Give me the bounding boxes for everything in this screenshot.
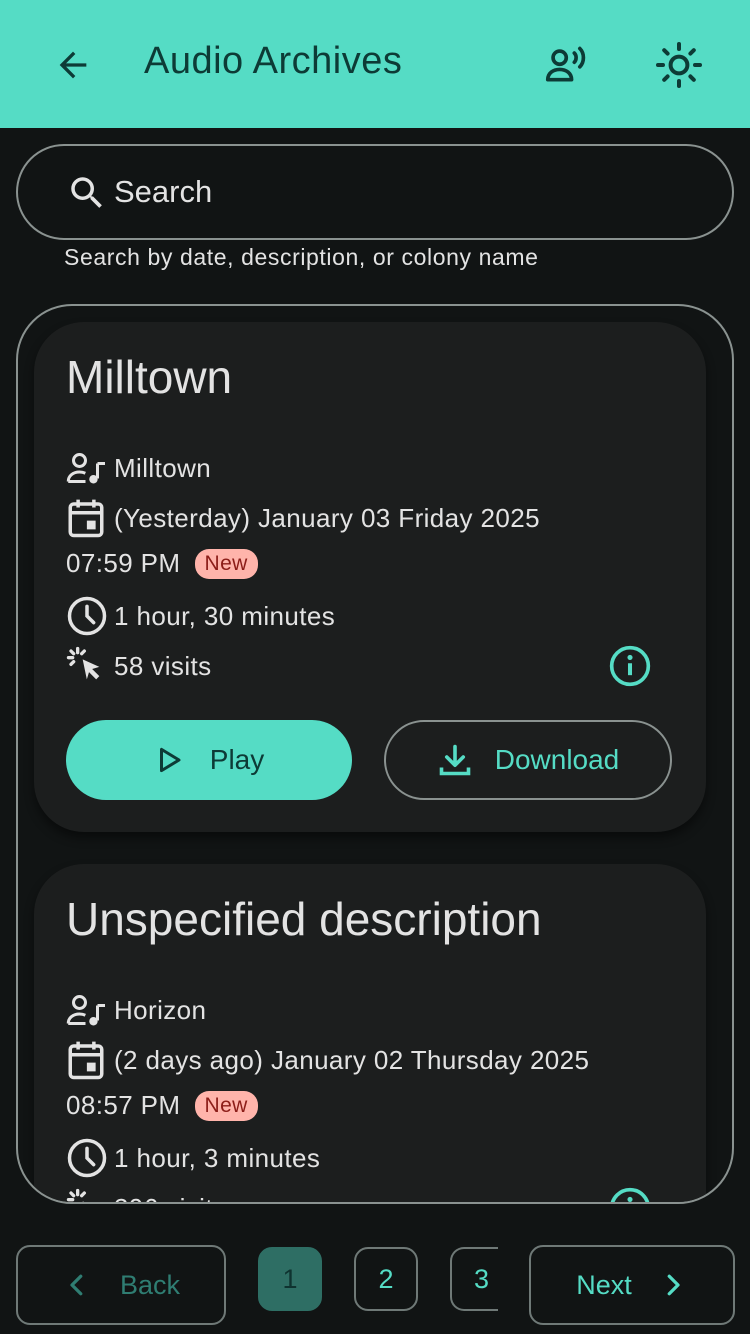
app-bar: Audio Archives bbox=[0, 0, 750, 128]
calendar-icon bbox=[68, 1041, 104, 1080]
download-label: Download bbox=[494, 744, 620, 775]
duration-row: 1 hour, 30 minutes bbox=[66, 594, 335, 638]
info-button[interactable] bbox=[608, 1186, 652, 1202]
search-input[interactable] bbox=[114, 166, 704, 218]
download-button[interactable]: Download bbox=[384, 720, 672, 800]
pagination: Back 1 2 3 Next bbox=[0, 1240, 750, 1334]
search-icon bbox=[71, 177, 102, 208]
info-button[interactable] bbox=[608, 644, 652, 688]
time-row: 08:57 PM New bbox=[66, 1090, 258, 1121]
recording-time: 07:59 PM bbox=[66, 548, 181, 578]
duration-text: 1 hour, 3 minutes bbox=[114, 1142, 321, 1173]
archive-card: Unspecified description Horizon (2 days … bbox=[34, 864, 706, 1203]
archive-list[interactable]: Milltown Milltown (Yesterday) January 03… bbox=[16, 304, 734, 1204]
recording-date: (2 days ago) January 02 Thursday 2025 bbox=[114, 1044, 590, 1075]
next-page-label: Next bbox=[576, 1269, 632, 1300]
listener-button[interactable] bbox=[538, 38, 596, 92]
archive-card: Milltown Milltown (Yesterday) January 03… bbox=[34, 322, 706, 832]
play-icon bbox=[159, 747, 181, 773]
info-icon bbox=[609, 645, 651, 687]
recording-date: (Yesterday) January 03 Friday 2025 bbox=[114, 502, 540, 533]
click-icon bbox=[66, 1188, 87, 1202]
clock-icon bbox=[67, 1138, 107, 1178]
new-badge: New bbox=[194, 548, 258, 579]
chevron-left-icon bbox=[70, 1274, 83, 1296]
page-button-1[interactable]: 1 bbox=[258, 1247, 322, 1311]
colony-row: Horizon bbox=[66, 988, 206, 1032]
click-icon bbox=[66, 646, 100, 680]
sun-icon bbox=[656, 42, 702, 88]
play-label: Play bbox=[209, 744, 265, 775]
visits-row: 396 visits bbox=[66, 1186, 226, 1203]
time-row: 07:59 PM New bbox=[66, 548, 258, 579]
duration-text: 1 hour, 30 minutes bbox=[114, 600, 336, 631]
back-arrow-button[interactable] bbox=[46, 38, 100, 92]
play-button[interactable]: Play bbox=[66, 720, 352, 800]
recording-time: 08:57 PM bbox=[66, 1090, 181, 1120]
card-title: Milltown bbox=[66, 351, 233, 403]
next-page-button[interactable]: Next bbox=[529, 1245, 735, 1325]
card-title: Unspecified description bbox=[66, 893, 542, 945]
arrow-left-icon bbox=[59, 51, 87, 79]
download-icon bbox=[439, 744, 471, 776]
calendar-icon bbox=[68, 499, 104, 538]
visits-text: 396 visits bbox=[114, 1193, 226, 1203]
voice-listener-icon bbox=[545, 46, 586, 82]
date-row: (Yesterday) January 03 Friday 2025 bbox=[66, 496, 540, 540]
duration-row: 1 hour, 3 minutes bbox=[66, 1136, 320, 1180]
new-badge: New bbox=[194, 1090, 258, 1121]
chevron-right-icon bbox=[667, 1274, 680, 1296]
theme-toggle-button[interactable] bbox=[650, 38, 708, 92]
visits-row: 58 visits bbox=[66, 644, 212, 688]
visits-text: 58 visits bbox=[114, 650, 212, 681]
colony-name: Milltown bbox=[114, 452, 212, 483]
back-page-label: Back bbox=[119, 1269, 181, 1300]
search-helper-text: Search by date, description, or colony n… bbox=[64, 244, 539, 270]
page-title: Audio Archives bbox=[144, 40, 403, 82]
colony-name: Horizon bbox=[114, 994, 207, 1025]
page-button-3[interactable]: 3 bbox=[450, 1247, 498, 1311]
colony-row: Milltown bbox=[66, 446, 211, 490]
clock-icon bbox=[67, 596, 107, 636]
info-icon bbox=[610, 1187, 650, 1202]
page-button-2[interactable]: 2 bbox=[354, 1247, 418, 1311]
date-row: (2 days ago) January 02 Thursday 2025 bbox=[66, 1038, 589, 1082]
search-field[interactable] bbox=[16, 144, 734, 240]
back-page-button[interactable]: Back bbox=[16, 1245, 226, 1325]
user-music-icon bbox=[66, 995, 105, 1026]
user-music-icon bbox=[66, 453, 105, 484]
